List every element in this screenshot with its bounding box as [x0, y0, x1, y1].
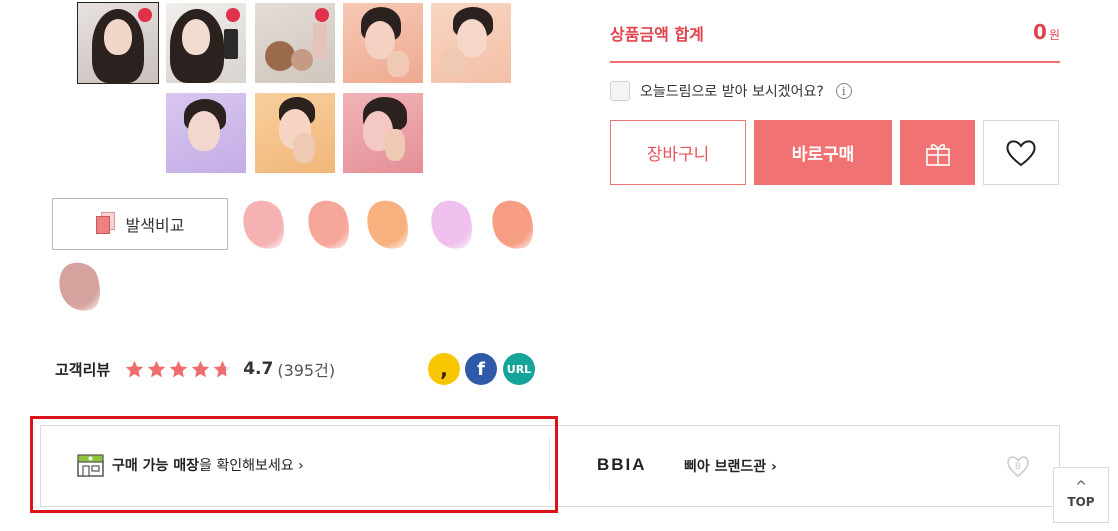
info-icon[interactable]: i — [835, 83, 852, 99]
hand-shape — [385, 129, 405, 161]
store-link-text: 을 확인해보세요 › — [199, 458, 304, 474]
color-compare-button[interactable]: 발색비교 — [52, 198, 228, 250]
rating-value: 4.7 — [243, 359, 274, 379]
hand-shape — [293, 133, 315, 163]
star-icon — [212, 359, 233, 380]
rating-stars — [124, 359, 233, 380]
color-swatch[interactable] — [237, 195, 291, 255]
brand-shop-link[interactable]: 삐아 브랜드관 › — [684, 456, 777, 476]
store-link-bold: 구매 가능 매장 — [112, 458, 200, 474]
face-shape — [104, 19, 132, 55]
add-to-cart-button[interactable]: 장바구니 — [610, 120, 746, 185]
color-compare-label: 발색비교 — [125, 216, 185, 235]
kakao-share-icon[interactable]: , — [428, 353, 460, 385]
product-thumbnail-7[interactable] — [255, 93, 335, 173]
star-icon — [124, 359, 145, 380]
color-compare-icon — [95, 212, 116, 236]
brand-like-heart-icon[interactable]: B — [1005, 454, 1031, 478]
star-icon — [146, 359, 167, 380]
store-availability-link[interactable]: 구매 가능 매장을 확인해보세요 › — [77, 453, 304, 477]
face-shape — [188, 111, 220, 151]
wishlist-button[interactable] — [983, 120, 1059, 185]
product-thumbnail-3[interactable] — [255, 3, 335, 83]
fig-shape — [291, 49, 313, 71]
star-icon — [190, 359, 211, 380]
color-swatch[interactable] — [53, 257, 107, 317]
product-thumbnail-4[interactable] — [343, 3, 423, 83]
review-count[interactable]: (395건) — [277, 357, 335, 381]
color-swatch[interactable] — [425, 195, 479, 255]
heart-icon — [1006, 139, 1036, 166]
award-badge-icon — [226, 8, 240, 22]
buy-now-button[interactable]: 바로구매 — [754, 120, 892, 185]
brand-logo[interactable]: BBIA — [597, 455, 647, 475]
color-swatch[interactable] — [486, 195, 540, 255]
product-thumbnail-1[interactable] — [77, 2, 159, 84]
url-copy-icon[interactable]: URL — [503, 353, 535, 385]
review-label: 고객리뷰 — [55, 360, 111, 379]
today-delivery-label: 오늘드림으로 받아 보시겠어요? — [640, 84, 824, 100]
hand-shape — [441, 49, 465, 77]
review-summary: 고객리뷰 4.7 (395건) — [55, 356, 335, 382]
product-thumbnail-5[interactable] — [431, 3, 511, 83]
gift-button[interactable] — [900, 120, 975, 185]
hand-shape — [387, 51, 409, 77]
award-badge-icon — [315, 8, 329, 22]
today-delivery-option: 오늘드림으로 받아 보시겠어요? i — [610, 81, 852, 101]
color-swatch[interactable] — [361, 195, 415, 255]
scroll-top-button[interactable]: ^ TOP — [1053, 467, 1109, 523]
product-thumbnail-6[interactable] — [166, 93, 246, 173]
gift-icon — [925, 143, 950, 166]
face-shape — [182, 19, 210, 55]
today-delivery-checkbox[interactable] — [610, 81, 630, 101]
product-thumbnail-2[interactable] — [166, 3, 246, 83]
scroll-top-label: TOP — [1067, 495, 1095, 509]
store-icon — [77, 453, 104, 477]
star-icon — [168, 359, 189, 380]
total-price-label: 상품금액 합계 — [610, 25, 704, 44]
product-package — [313, 23, 327, 59]
color-swatch[interactable] — [302, 195, 356, 255]
chevron-up-icon: ^ — [1075, 479, 1087, 495]
award-badge-icon — [138, 8, 152, 22]
total-divider — [610, 61, 1060, 63]
svg-text:B: B — [1015, 461, 1021, 471]
facebook-share-icon[interactable]: f — [465, 353, 497, 385]
total-price-value: 0원 — [1033, 20, 1060, 44]
product-thumbnail-8[interactable] — [343, 93, 423, 173]
product-package — [224, 29, 238, 59]
